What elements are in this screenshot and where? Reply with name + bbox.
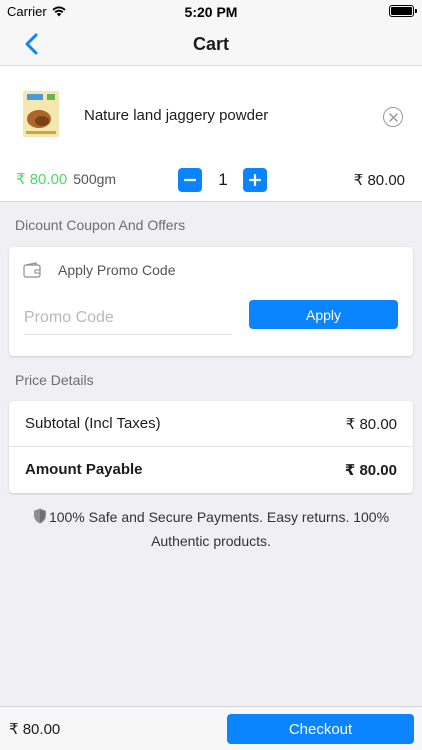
price-section-title: Price Details bbox=[15, 372, 94, 388]
status-bar: Carrier 5:20 PM bbox=[0, 0, 422, 22]
nav-bar: Cart bbox=[0, 22, 422, 66]
subtotal-value: ₹ 80.00 bbox=[345, 416, 397, 433]
status-time: 5:20 PM bbox=[184, 4, 238, 20]
apply-button[interactable]: Apply bbox=[249, 300, 398, 329]
battery-icon bbox=[389, 5, 417, 17]
unit-size: 500gm bbox=[73, 171, 117, 187]
minus-icon bbox=[184, 178, 196, 182]
price-row: ₹ 80.00 500gm bbox=[16, 170, 116, 188]
quantity-value: 1 bbox=[218, 170, 228, 189]
secure-payment-note: 100% Safe and Secure Payments. Easy retu… bbox=[16, 505, 406, 553]
promo-label: Apply Promo Code bbox=[58, 262, 176, 278]
payable-row: Amount Payable ₹ 80.00 bbox=[9, 447, 413, 493]
price-details-card: Subtotal (Incl Taxes) ₹ 80.00 Amount Pay… bbox=[9, 401, 413, 493]
secure-note-text: 100% Safe and Secure Payments. Easy retu… bbox=[48, 509, 390, 549]
coupon-card: Apply Promo Code Apply bbox=[9, 247, 413, 356]
cart-total: ₹ 80.00 bbox=[9, 721, 61, 738]
wallet-icon bbox=[23, 262, 41, 278]
increase-quantity-button[interactable] bbox=[243, 168, 267, 192]
plus-icon bbox=[249, 174, 261, 186]
checkout-button[interactable]: Checkout bbox=[227, 714, 414, 744]
subtotal-label: Subtotal (Incl Taxes) bbox=[25, 415, 161, 432]
payable-value: ₹ 80.00 bbox=[344, 462, 397, 479]
decrease-quantity-button[interactable] bbox=[178, 168, 202, 192]
shield-icon bbox=[33, 508, 46, 524]
product-name[interactable]: Nature land jaggery powder bbox=[84, 107, 268, 124]
close-icon bbox=[388, 112, 398, 122]
coupon-section-title: Dicount Coupon And Offers bbox=[15, 217, 186, 233]
line-total: ₹ 80.00 bbox=[353, 172, 405, 189]
product-image bbox=[23, 91, 59, 137]
page-title: Cart bbox=[192, 34, 229, 54]
unit-price: ₹ 80.00 bbox=[16, 171, 68, 188]
cart-item: Nature land jaggery powder ₹ 80.00 500gm… bbox=[0, 66, 422, 202]
promo-code-input[interactable] bbox=[24, 301, 232, 335]
remove-item-button[interactable] bbox=[383, 107, 403, 127]
checkout-bar: ₹ 80.00 Checkout bbox=[0, 706, 422, 750]
payable-label: Amount Payable bbox=[25, 461, 143, 478]
subtotal-row: Subtotal (Incl Taxes) ₹ 80.00 bbox=[9, 401, 413, 447]
